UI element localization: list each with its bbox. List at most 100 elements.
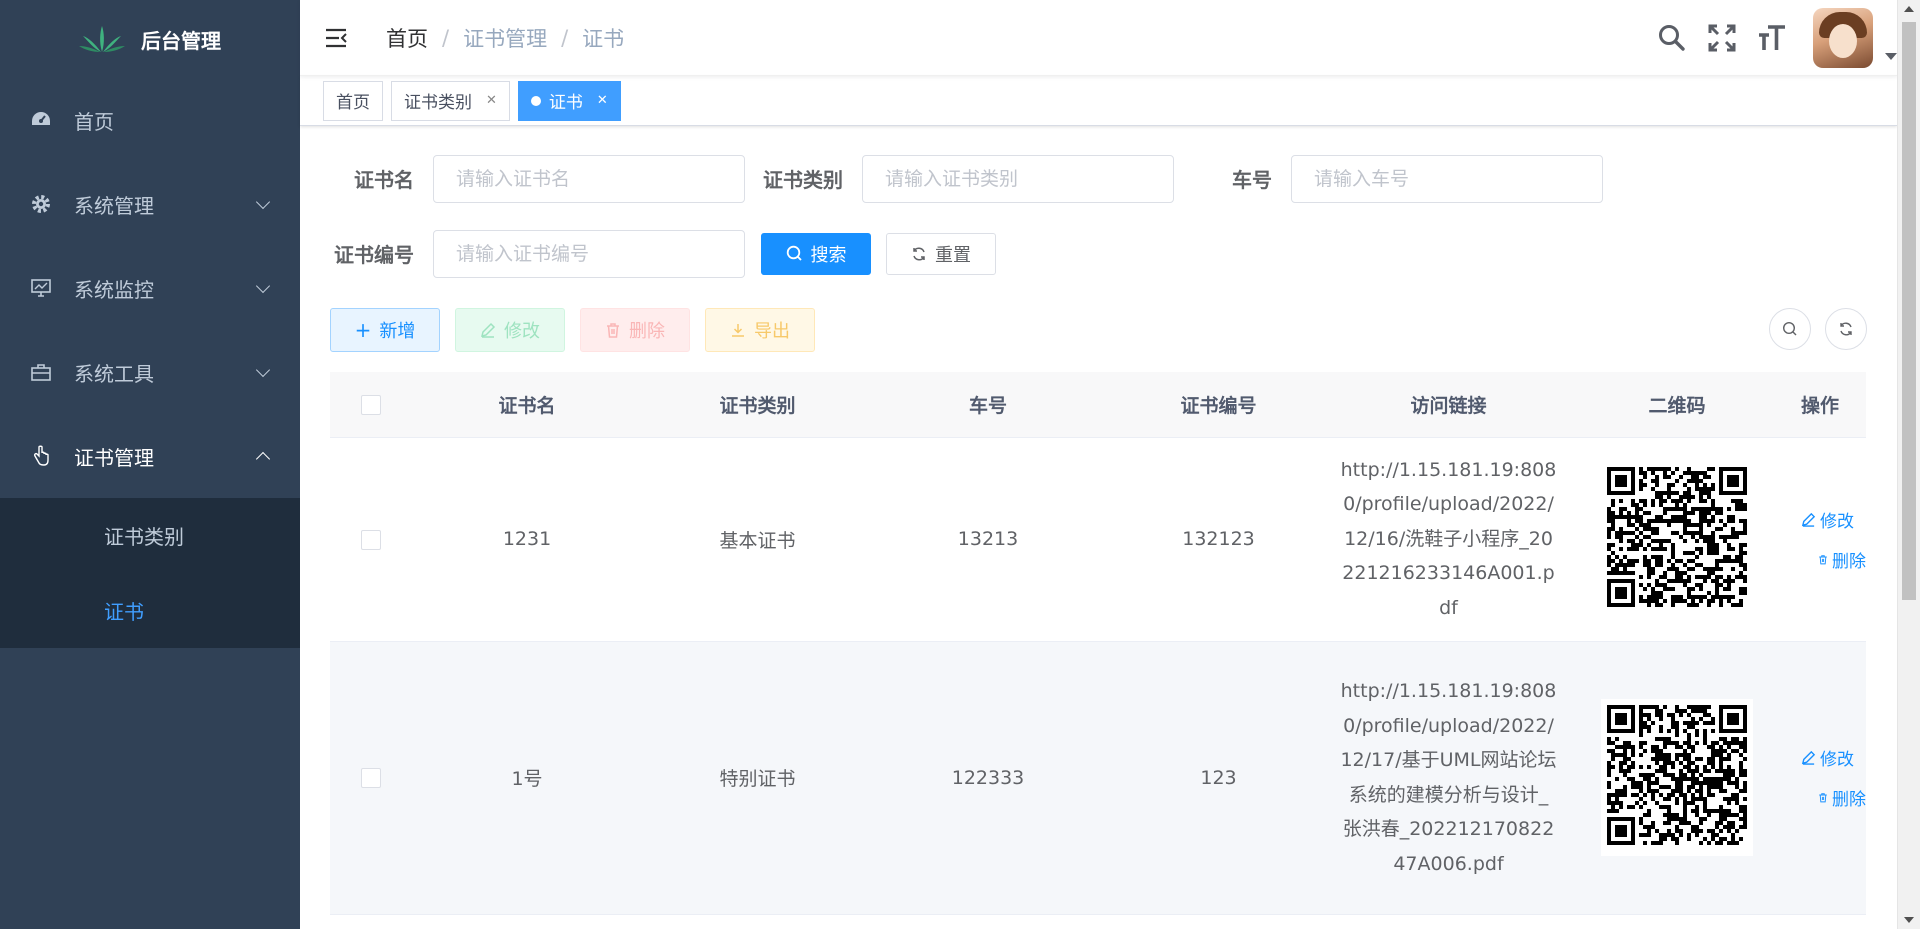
search-button[interactable]: 搜索 [761, 232, 871, 275]
row-delete-button[interactable]: 删除 [1791, 778, 1866, 818]
qr-code-image [1601, 699, 1753, 856]
chevron-down-icon [255, 278, 271, 294]
car-number-input[interactable] [1291, 154, 1603, 203]
navbar: 首页 / 证书管理 / 证书 [300, 0, 1897, 76]
column-header: 访问链接 [1334, 372, 1563, 438]
menu-label: 首页 [74, 109, 114, 134]
breadcrumb-certificate: 证书 [582, 26, 625, 51]
scroll-down-icon[interactable] [1904, 917, 1914, 923]
refresh-icon [913, 246, 925, 261]
page-scrollbar[interactable] [1897, 0, 1920, 929]
refresh-button[interactable] [1825, 308, 1867, 350]
search-icon[interactable] [1657, 23, 1687, 53]
app-title: 后台管理 [141, 28, 221, 53]
edit-icon [1801, 750, 1816, 765]
select-all-checkbox[interactable] [361, 394, 381, 415]
certificate-number-input[interactable] [433, 229, 745, 278]
certificate-number-label: 证书编号 [334, 243, 414, 267]
table-toolbar: + 新增 修改 删除 导出 [330, 308, 1867, 352]
hamburger-icon[interactable] [324, 25, 350, 51]
search-icon [786, 245, 802, 261]
menu-item-tools[interactable]: 系统工具 [0, 330, 300, 414]
chevron-down-icon [255, 194, 271, 210]
breadcrumb-home[interactable]: 首页 [386, 23, 428, 53]
cell-qrcode [1563, 437, 1791, 642]
menu-item-home[interactable]: 首页 [0, 78, 300, 162]
add-button[interactable]: + 新增 [330, 308, 440, 352]
tag-home[interactable]: 首页 [323, 80, 383, 121]
table-row: 1号 特别证书 122333 123 http://1.15.181.19:80… [330, 641, 1866, 915]
hand-pointer-icon [28, 443, 54, 469]
name-input[interactable] [433, 154, 745, 203]
menu-item-certificates[interactable]: 证书管理 [0, 414, 300, 498]
menu-item-system[interactable]: 系统管理 [0, 162, 300, 246]
row-delete-button[interactable]: 删除 [1791, 539, 1866, 579]
avatar[interactable] [1813, 8, 1873, 68]
scrollbar-thumb[interactable] [1902, 22, 1916, 600]
column-header: 车号 [873, 372, 1103, 438]
logo[interactable]: 后台管理 [0, 0, 300, 78]
tag-certificate[interactable]: 证书 ✕ [517, 80, 621, 121]
logo-icon [79, 26, 125, 52]
close-icon[interactable]: ✕ [486, 93, 497, 108]
car-number-label: 车号 [1232, 168, 1272, 192]
submenu-certificates: 证书类别 证书 [0, 498, 300, 648]
active-dot-icon [530, 95, 541, 106]
submenu-item-certificate[interactable]: 证书 [0, 573, 300, 648]
menu-label: 系统工具 [74, 361, 154, 386]
main-container: 首页 / 证书管理 / 证书 首页 证书类别 ✕ 证书 ✕ 证书名 请输入证书名… [300, 0, 1897, 929]
reset-button[interactable]: 重置 [886, 232, 996, 275]
cell-access-link[interactable]: http://1.15.181.19:8080/profile/upload/2… [1334, 437, 1563, 642]
query-form-row-1: 证书名 证书类别 车号 [330, 154, 1867, 203]
chevron-down-icon [255, 362, 271, 378]
menu-label: 系统监控 [74, 277, 154, 302]
toggle-search-button[interactable] [1769, 308, 1811, 350]
export-button[interactable]: 导出 [705, 308, 815, 352]
column-header: 操作 [1791, 372, 1866, 438]
cell-name: 1231 [412, 437, 642, 642]
category-input[interactable] [862, 154, 1174, 203]
close-icon[interactable]: ✕ [597, 93, 608, 108]
cell-actions: 修改 删除 [1791, 437, 1866, 642]
query-form-row-2: 证书编号 搜索 重置 [330, 229, 1867, 278]
download-icon [732, 324, 744, 337]
qr-code-image [1601, 460, 1753, 618]
row-checkbox[interactable] [361, 768, 381, 788]
sidebar: 后台管理 首页 系统管理 系统监控 系统工具 证书管理 证书类别 证书 [0, 0, 300, 929]
fullscreen-icon[interactable] [1707, 23, 1737, 53]
tag-label: 证书类别 [404, 93, 472, 113]
name-label: 证书名 [354, 168, 414, 192]
menu-item-monitor[interactable]: 系统监控 [0, 246, 300, 330]
row-edit-label: 修改 [1820, 511, 1854, 532]
dashboard-icon [28, 107, 54, 133]
search-icon [1782, 321, 1797, 336]
column-header: 证书类别 [642, 372, 873, 438]
breadcrumb-separator: / [442, 25, 450, 50]
row-edit-button[interactable]: 修改 [1791, 738, 1866, 778]
cell-category: 特别证书 [642, 641, 873, 915]
app-container: 证书名 证书类别 车号 证书编号 搜索 重置 + 新增 [300, 154, 1897, 915]
cell-certificate-number: 132123 [1103, 437, 1334, 642]
row-checkbox[interactable] [361, 529, 381, 550]
breadcrumb: 首页 / 证书管理 / 证书 [386, 23, 624, 53]
submenu-item-category[interactable]: 证书类别 [0, 498, 300, 573]
cell-car-number: 122333 [873, 641, 1103, 915]
scroll-up-icon[interactable] [1904, 6, 1914, 12]
edit-button[interactable]: 修改 [455, 308, 565, 352]
delete-button[interactable]: 删除 [580, 308, 690, 352]
menu-label: 系统管理 [74, 193, 154, 218]
font-size-icon[interactable] [1757, 23, 1787, 53]
search-button-label: 搜索 [810, 244, 847, 266]
tag-certificate-category[interactable]: 证书类别 ✕ [391, 80, 510, 121]
table-row: 1231 基本证书 13213 132123 http://1.15.181.1… [330, 437, 1866, 642]
certificate-table: 证书名 证书类别 车号 证书编号 访问链接 二维码 操作 1231 基本证书 1… [330, 372, 1866, 915]
cell-name: 1号 [412, 641, 642, 915]
cell-certificate-number: 123 [1103, 641, 1334, 915]
row-edit-button[interactable]: 修改 [1791, 499, 1866, 539]
right-menu [1657, 0, 1897, 76]
user-dropdown[interactable] [1813, 8, 1897, 68]
cell-category: 基本证书 [642, 437, 873, 642]
column-header: 证书名 [412, 372, 642, 438]
cell-access-link[interactable]: http://1.15.181.19:8080/profile/upload/2… [1334, 641, 1563, 915]
export-button-label: 导出 [754, 321, 790, 342]
